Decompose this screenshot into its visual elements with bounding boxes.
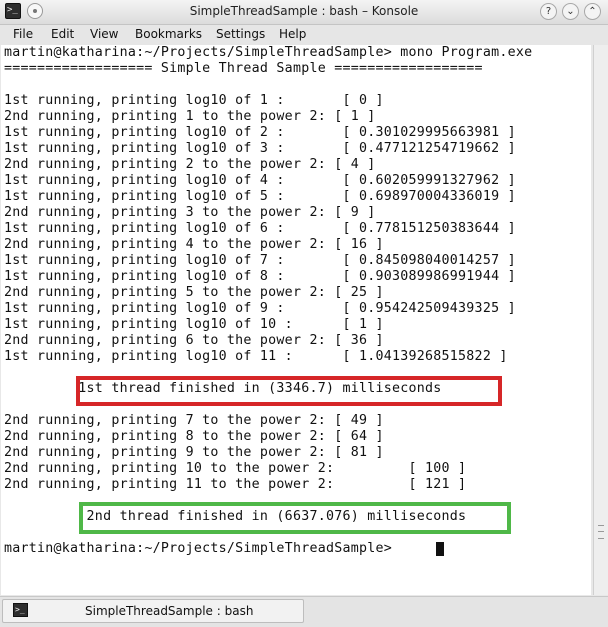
- terminal-line: 1st running, printing log10 of 1 : [ 0 ]: [4, 93, 384, 108]
- terminal-line: 1st running, printing log10 of 8 : [ 0.9…: [4, 269, 516, 284]
- terminal-line: 2nd running, printing 9 to the power 2: …: [4, 445, 384, 460]
- terminal-line: martin@katharina:~/Projects/SimpleThread…: [4, 45, 533, 60]
- vertical-scrollbar[interactable]: [593, 45, 608, 595]
- terminal-line: 2nd running, printing 4 to the power 2: …: [4, 237, 384, 252]
- terminal-line: 2nd running, printing 1 to the power 2: …: [4, 109, 376, 124]
- terminal-line: 1st running, printing log10 of 10 : [ 1 …: [4, 317, 384, 332]
- terminal-line: ================== Simple Thread Sample …: [4, 61, 483, 76]
- terminal-line: 1st running, printing log10 of 9 : [ 0.9…: [4, 301, 516, 316]
- terminal-tab-icon: >_: [13, 603, 28, 617]
- terminal-line: 2nd running, printing 10 to the power 2:…: [4, 461, 467, 476]
- first-thread-highlight-box: [76, 376, 502, 406]
- terminal-line: 2nd running, printing 5 to the power 2: …: [4, 285, 384, 300]
- terminal-output[interactable]: martin@katharina:~/Projects/SimpleThread…: [1, 45, 591, 595]
- tab-label: SimpleThreadSample : bash: [85, 604, 254, 618]
- menu-bar: File Edit View Bookmarks Settings Help: [0, 25, 608, 45]
- minimize-button[interactable]: ⌄: [562, 3, 579, 20]
- terminal-line: 1st running, printing log10 of 7 : [ 0.8…: [4, 253, 516, 268]
- terminal-line: 1st running, printing log10 of 11 : [ 1.…: [4, 349, 508, 364]
- title-bar[interactable]: >_ SimpleThreadSample : bash – Konsole ?…: [0, 0, 608, 25]
- prompt-line: martin@katharina:~/Projects/SimpleThread…: [4, 541, 401, 556]
- terminal-line: 1st running, printing log10 of 3 : [ 0.4…: [4, 141, 516, 156]
- terminal-line: 1st running, printing log10 of 4 : [ 0.6…: [4, 173, 516, 188]
- menu-bookmarks[interactable]: Bookmarks: [135, 27, 202, 41]
- terminal-line: 2nd running, printing 3 to the power 2: …: [4, 205, 376, 220]
- menu-edit[interactable]: Edit: [51, 27, 74, 41]
- terminal-line: 1st running, printing log10 of 2 : [ 0.3…: [4, 125, 516, 140]
- menu-file[interactable]: File: [13, 27, 33, 41]
- text-cursor: [436, 542, 444, 556]
- terminal-line: 1st running, printing log10 of 5 : [ 0.6…: [4, 189, 516, 204]
- help-button[interactable]: ?: [540, 3, 557, 20]
- terminal-line: 2nd running, printing 2 to the power 2: …: [4, 157, 376, 172]
- menu-settings[interactable]: Settings: [216, 27, 265, 41]
- tab-bar: >_ SimpleThreadSample : bash: [0, 596, 608, 627]
- terminal-line: 2nd running, printing 7 to the power 2: …: [4, 413, 384, 428]
- menu-view[interactable]: View: [90, 27, 118, 41]
- terminal-line: 1st running, printing log10 of 6 : [ 0.7…: [4, 221, 516, 236]
- menu-help[interactable]: Help: [279, 27, 306, 41]
- terminal-line: 2nd running, printing 6 to the power 2: …: [4, 333, 384, 348]
- window-title: SimpleThreadSample : bash – Konsole: [189, 4, 419, 18]
- terminal-line: 2nd running, printing 11 to the power 2:…: [4, 477, 467, 492]
- scrollbar-grip-icon[interactable]: [598, 525, 604, 539]
- terminal-line: 2nd running, printing 8 to the power 2: …: [4, 429, 384, 444]
- maximize-button[interactable]: ⌃: [584, 3, 601, 20]
- tab-simplethreadsample-bash[interactable]: >_ SimpleThreadSample : bash: [2, 599, 304, 623]
- second-thread-highlight-box: [79, 502, 511, 534]
